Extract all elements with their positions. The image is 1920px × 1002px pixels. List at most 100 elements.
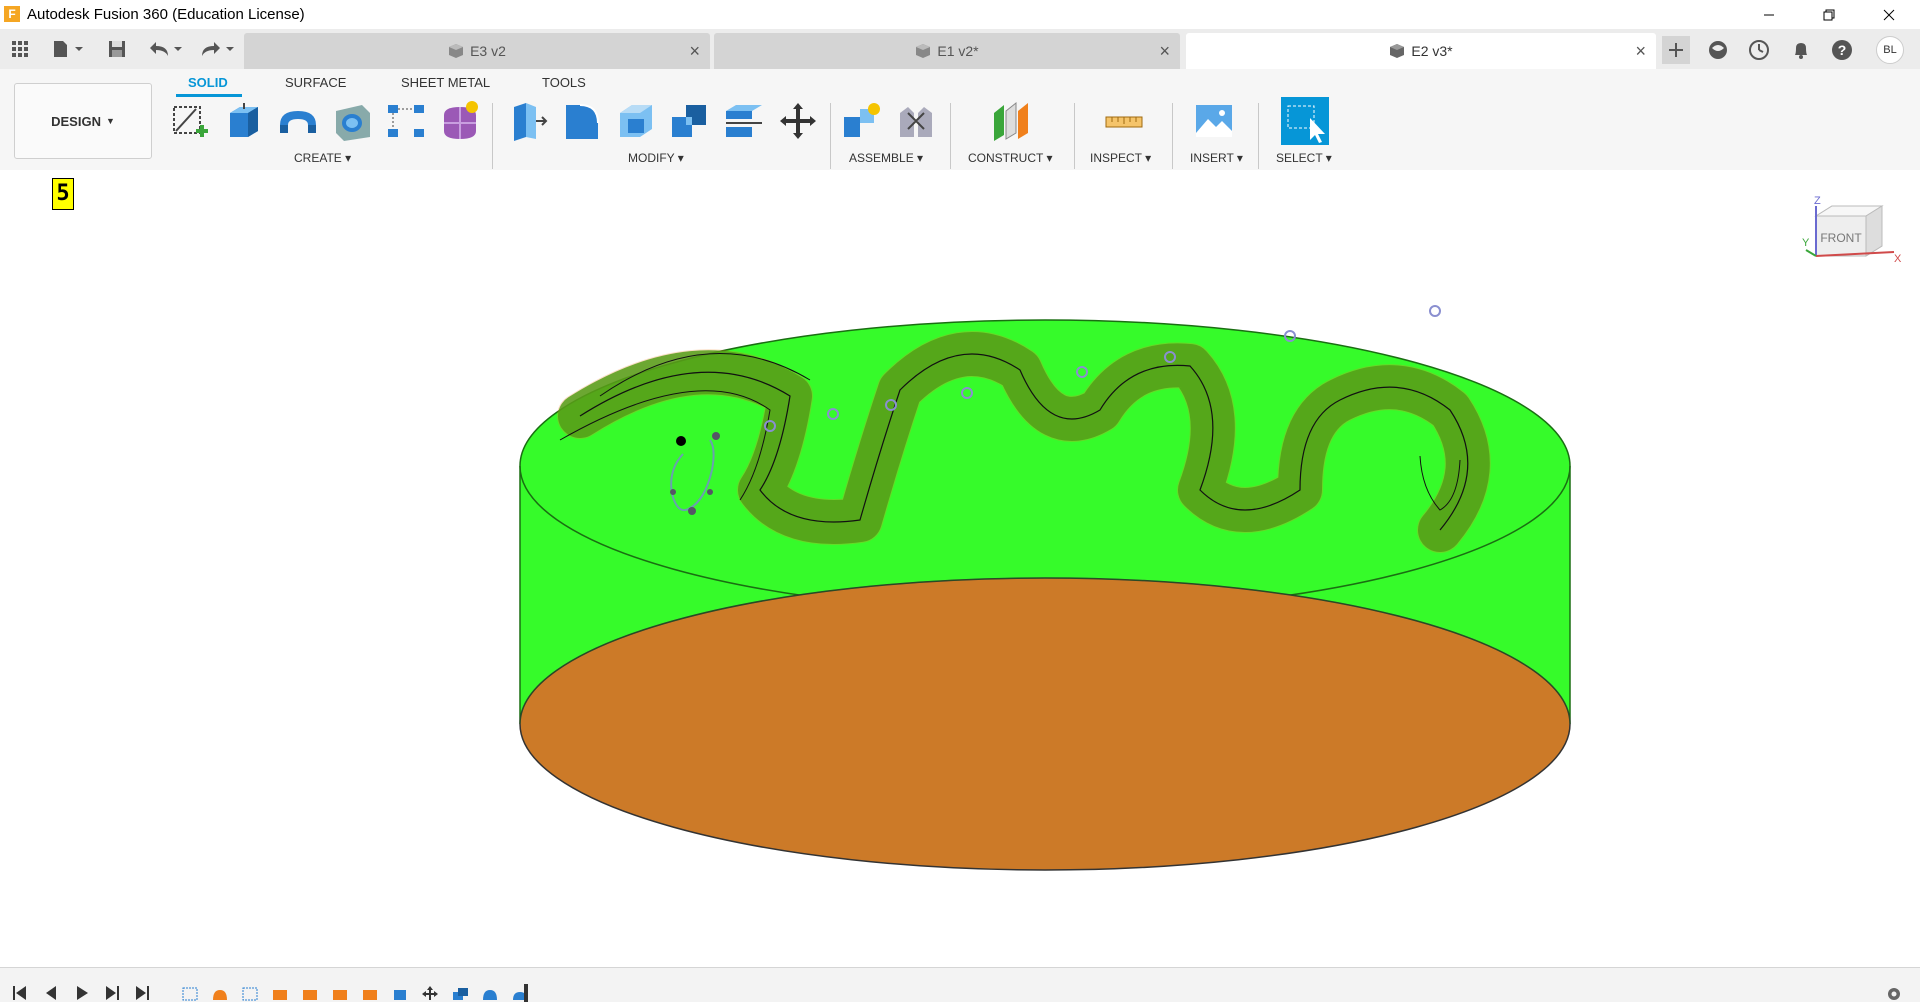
- canvas-viewport[interactable]: 5 FRONT Z X Y: [0, 170, 1920, 967]
- timeline-feature-icon[interactable]: [210, 984, 230, 1002]
- create-form-icon[interactable]: [438, 99, 482, 143]
- joint-icon[interactable]: [894, 99, 938, 143]
- apps-grid-icon[interactable]: [7, 36, 33, 62]
- user-avatar[interactable]: BL: [1876, 36, 1904, 64]
- save-icon[interactable]: [104, 36, 130, 62]
- assemble-menu[interactable]: ASSEMBLE ▾: [849, 151, 923, 165]
- press-pull-icon[interactable]: [506, 99, 550, 143]
- model-canvas[interactable]: [0, 170, 1920, 967]
- ribbon-separator: [492, 103, 493, 169]
- go-to-end-icon[interactable]: [132, 984, 152, 1002]
- modify-menu-label: MODIFY: [628, 151, 675, 165]
- timeline-feature-icon[interactable]: [300, 984, 320, 1002]
- pattern-icon[interactable]: [384, 99, 428, 143]
- window-title: Autodesk Fusion 360 (Education License): [27, 6, 305, 23]
- tab-surface[interactable]: SURFACE: [285, 75, 346, 90]
- workspace-label: DESIGN: [51, 113, 101, 129]
- move-copy-icon[interactable]: [776, 99, 820, 143]
- component-icon: [916, 44, 931, 58]
- tab-e3[interactable]: E3 v2 ×: [244, 33, 710, 69]
- timeline-feature-icon[interactable]: [360, 984, 380, 1002]
- timeline-bar: [0, 967, 1920, 1002]
- workspace-selector[interactable]: DESIGN ▼: [14, 83, 152, 159]
- select-menu[interactable]: SELECT ▾: [1276, 151, 1332, 165]
- tab-e1[interactable]: E1 v2* ×: [714, 33, 1180, 69]
- modify-menu[interactable]: MODIFY ▾: [628, 151, 684, 165]
- revolve-icon[interactable]: [276, 99, 320, 143]
- bottom-face[interactable]: [519, 577, 1571, 871]
- ribbon-separator: [1172, 103, 1173, 169]
- ribbon-separator: [950, 103, 951, 169]
- hole-icon[interactable]: [330, 99, 374, 143]
- create-menu[interactable]: CREATE ▾: [294, 151, 351, 165]
- timeline-move-icon[interactable]: [420, 984, 440, 1002]
- z-axis-label: Z: [1814, 196, 1821, 207]
- viewcube-face-label: FRONT: [1820, 231, 1862, 245]
- active-tab-indicator: [176, 94, 242, 97]
- insert-menu-label: INSERT: [1190, 151, 1234, 165]
- timeline-settings-gear-icon[interactable]: [1884, 984, 1904, 1002]
- close-window-button[interactable]: [1860, 0, 1918, 29]
- construct-menu[interactable]: CONSTRUCT ▾: [968, 151, 1052, 165]
- tab-sheet-metal[interactable]: SHEET METAL: [401, 75, 490, 90]
- inspect-menu-label: INSPECT: [1090, 151, 1142, 165]
- redo-icon[interactable]: [196, 36, 238, 62]
- timeline-feature-icon[interactable]: [480, 984, 500, 1002]
- toolbar-ribbon: DESIGN ▼ SOLID SURFACE SHEET METAL TOOLS…: [0, 69, 1920, 171]
- close-tab-icon[interactable]: ×: [689, 41, 700, 62]
- insert-canvas-icon[interactable]: [1192, 99, 1236, 143]
- component-icon: [1390, 44, 1405, 58]
- timeline-sketch-icon[interactable]: [240, 984, 260, 1002]
- timeline-feature-icon[interactable]: [270, 984, 290, 1002]
- split-body-icon[interactable]: [722, 99, 766, 143]
- tab-solid[interactable]: SOLID: [188, 75, 228, 90]
- timeline-feature-icon[interactable]: [390, 984, 410, 1002]
- timeline-sketch-icon[interactable]: [180, 984, 200, 1002]
- select-menu-label: SELECT: [1276, 151, 1323, 165]
- tab-label: E2 v3*: [1411, 43, 1453, 59]
- play-icon[interactable]: [72, 984, 92, 1002]
- offset-plane-icon[interactable]: [988, 99, 1032, 143]
- minimize-button[interactable]: [1740, 0, 1798, 29]
- restore-button[interactable]: [1800, 0, 1858, 29]
- tab-label: E1 v2*: [937, 43, 979, 59]
- undo-icon[interactable]: [144, 36, 186, 62]
- extrude-icon[interactable]: [222, 99, 266, 143]
- close-tab-icon[interactable]: ×: [1159, 41, 1170, 62]
- create-sketch-icon[interactable]: [168, 99, 212, 143]
- fillet-icon[interactable]: [560, 99, 604, 143]
- inspect-menu[interactable]: INSPECT ▾: [1090, 151, 1151, 165]
- ribbon-separator: [1074, 103, 1075, 169]
- data-panel-icon[interactable]: [1704, 36, 1732, 64]
- document-tab-bar: E3 v2 × E1 v2* × E2 v3* × ? BL: [0, 29, 1920, 69]
- insert-menu[interactable]: INSERT ▾: [1190, 151, 1243, 165]
- x-axis-label: X: [1894, 253, 1902, 265]
- viewcube[interactable]: FRONT Z X Y: [1802, 195, 1902, 286]
- timeline-feature-icon[interactable]: [450, 984, 470, 1002]
- combine-icon[interactable]: [668, 99, 712, 143]
- y-axis-label: Y: [1802, 237, 1810, 249]
- file-menu-icon[interactable]: [48, 36, 88, 62]
- timeline-feature-icon[interactable]: [330, 984, 350, 1002]
- select-tool-icon[interactable]: [1280, 96, 1330, 146]
- close-tab-icon[interactable]: ×: [1635, 41, 1646, 62]
- tab-label: E3 v2: [470, 43, 506, 59]
- chevron-down-icon: ▼: [105, 116, 115, 126]
- step-back-icon[interactable]: [40, 984, 60, 1002]
- ribbon-separator: [830, 103, 831, 169]
- fusion-app-icon: F: [4, 6, 20, 22]
- notifications-bell-icon[interactable]: [1787, 36, 1815, 64]
- shell-icon[interactable]: [614, 99, 658, 143]
- new-component-icon[interactable]: [840, 99, 884, 143]
- new-tab-button[interactable]: [1662, 36, 1690, 64]
- assemble-menu-label: ASSEMBLE: [849, 151, 914, 165]
- measure-icon[interactable]: [1102, 99, 1146, 143]
- svg-text:?: ?: [1838, 42, 1847, 58]
- job-status-icon[interactable]: [1745, 36, 1773, 64]
- timeline-marker-icon[interactable]: [510, 984, 530, 1002]
- go-to-start-icon[interactable]: [10, 984, 30, 1002]
- tab-tools[interactable]: TOOLS: [542, 75, 586, 90]
- tab-e2[interactable]: E2 v3* ×: [1186, 33, 1656, 69]
- help-icon[interactable]: ?: [1828, 36, 1856, 64]
- step-forward-icon[interactable]: [102, 984, 122, 1002]
